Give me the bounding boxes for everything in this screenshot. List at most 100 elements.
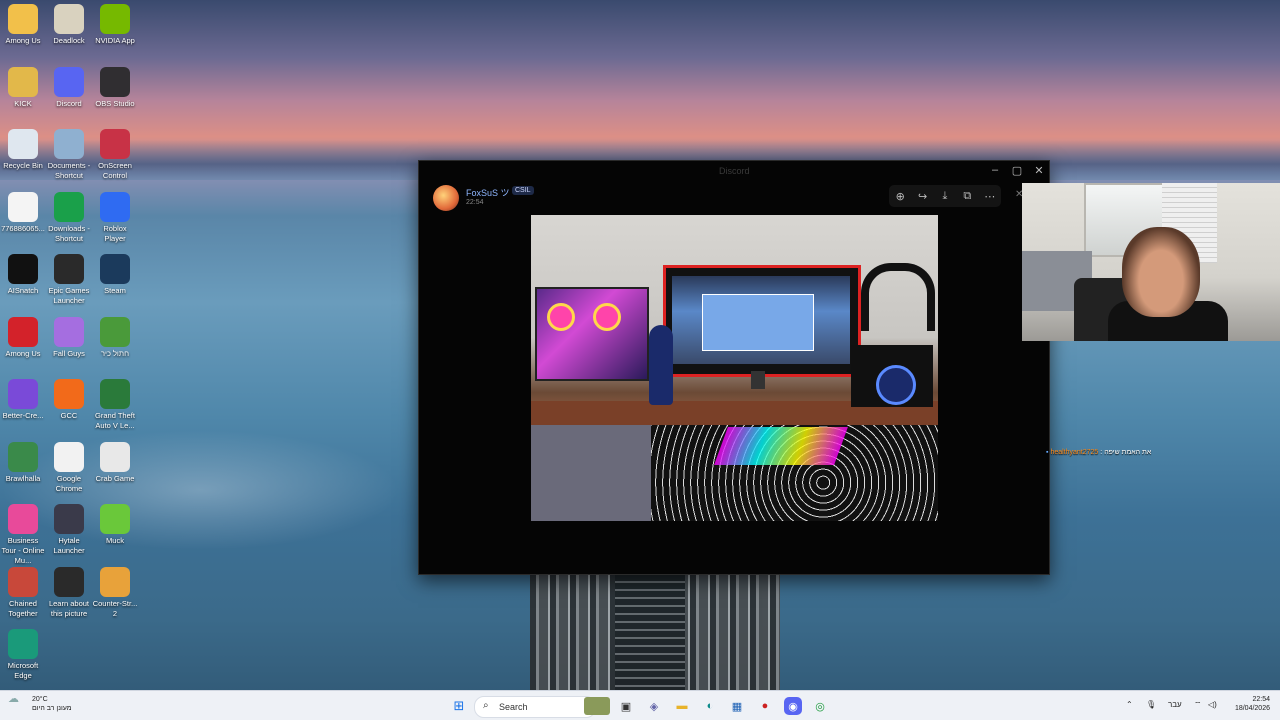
gaming-setup-photo[interactable]: [531, 215, 938, 521]
desktop-shortcut-label: OBS Studio: [95, 98, 135, 108]
minimize-button[interactable]: –: [987, 164, 1003, 176]
author-name[interactable]: FoxSuS ツ: [466, 186, 510, 199]
desktop-shortcut-label: Downloads - Shortcut: [48, 223, 90, 243]
hytale-icon: [54, 504, 84, 534]
webcam-overlay: [1022, 183, 1280, 341]
close-window-button[interactable]: ✕: [1031, 164, 1047, 177]
weather-text: מעונן רב היום: [32, 705, 72, 712]
desktop-shortcut-label: GCC: [60, 411, 78, 420]
desktop-shortcut[interactable]: Steam: [92, 254, 138, 296]
desktop-shortcut-label: Crab Game: [95, 473, 135, 483]
desktop-shortcut[interactable]: Microsoft Edge: [0, 629, 46, 681]
game-icon: [100, 316, 130, 347]
task-view-icon[interactable]: ▣: [617, 697, 635, 715]
show-hidden-icons[interactable]: ⌃: [1126, 700, 1133, 709]
kick-icon: [8, 66, 38, 97]
open-external-icon[interactable]: ⧉: [959, 190, 975, 203]
recycle-bin-icon: [8, 129, 38, 159]
desktop-shortcut[interactable]: NVIDIA App: [92, 4, 138, 46]
clock-time: 22:54: [1252, 696, 1270, 703]
wifi-icon[interactable]: ⌔: [1194, 700, 1202, 710]
discord-icon: [54, 66, 84, 97]
desktop-shortcut[interactable]: Recycle Bin: [0, 129, 46, 171]
media-toolbar: ⊕ ↪ ⤓ ⧉ ⋯: [889, 185, 1001, 207]
desktop-shortcut[interactable]: Among Us: [0, 316, 46, 359]
search-icon: ⌕: [483, 700, 489, 711]
discord-taskbar-icon[interactable]: ◉: [784, 697, 802, 715]
weather-widget[interactable]: ☁ 20°C מעונן רב היום: [8, 693, 72, 713]
store-icon[interactable]: ▦: [728, 697, 746, 715]
search-highlight-icon[interactable]: [584, 697, 610, 715]
desktop-shortcut[interactable]: OBS Studio: [92, 66, 138, 109]
desktop-shortcut[interactable]: Counter-Str... 2: [92, 566, 138, 619]
taskbar: ☁ 20°C מעונן רב היום ⊞ ⌕ Search ▣ ◈ ▬ ◐ …: [0, 690, 1280, 720]
desktop-shortcut-label: Google Chrome: [55, 473, 83, 493]
desktop-shortcut-label: Recycle Bin: [3, 161, 43, 170]
desktop-shortcut[interactable]: Roblox Player: [92, 191, 138, 244]
desktop-shortcut-label: Brawlhalla: [5, 473, 41, 483]
desktop-shortcut-label: Better-Cre...: [2, 411, 44, 420]
zoom-in-icon[interactable]: ⊕: [892, 190, 908, 203]
better-crewlink-icon: [8, 379, 38, 409]
gcc-icon: [54, 379, 84, 409]
desktop-shortcut[interactable]: Chained Together: [0, 566, 46, 619]
cs2-icon: [100, 566, 130, 597]
desktop-shortcut[interactable]: Brawlhalla: [0, 441, 46, 484]
desktop-shortcut[interactable]: 776886065...: [0, 191, 46, 234]
edge-icon: [8, 629, 38, 659]
photo-microphone: [649, 325, 673, 405]
clock[interactable]: 22:54 18/04/2026: [1226, 695, 1270, 713]
file-explorer-icon[interactable]: ▬: [673, 697, 691, 715]
volume-icon[interactable]: ◁): [1208, 700, 1217, 709]
folder-icon: [8, 4, 38, 34]
crab-game-icon: [100, 441, 130, 472]
search-box[interactable]: ⌕ Search: [474, 696, 596, 718]
among-us-icon: [8, 316, 38, 347]
desktop-shortcut[interactable]: Crab Game: [92, 441, 138, 484]
desktop-shortcut[interactable]: Hytale Launcher: [46, 504, 92, 556]
download-icon[interactable]: ⤓: [937, 190, 953, 203]
desktop-shortcut[interactable]: Discord: [46, 66, 92, 109]
more-icon[interactable]: ⋯: [982, 190, 998, 203]
desktop-shortcut[interactable]: OnScreen Control: [92, 129, 138, 181]
desktop-shortcut[interactable]: Fall Guys: [46, 316, 92, 359]
desktop-shortcut[interactable]: AISnatch: [0, 254, 46, 296]
desktop-shortcut[interactable]: Learn about this picture: [46, 566, 92, 619]
teams-icon[interactable]: ◈: [645, 697, 663, 715]
file-icon: [8, 191, 38, 222]
share-icon[interactable]: ↪: [915, 190, 931, 203]
desktop-shortcut-label: Discord: [56, 98, 82, 108]
desktop-shortcut[interactable]: Muck: [92, 504, 138, 546]
desktop-shortcut-label: OnScreen Control: [98, 161, 132, 180]
desktop-shortcut[interactable]: חתול כיר: [92, 316, 138, 359]
desktop-shortcut[interactable]: Grand Theft Auto V Le...: [92, 379, 138, 431]
start-windows-icon[interactable]: ⊞: [450, 697, 468, 715]
microphone-icon[interactable]: 🎙: [1146, 700, 1156, 709]
desktop-shortcut[interactable]: Epic Games Launcher: [46, 254, 92, 306]
language-indicator[interactable]: עבר: [1168, 700, 1182, 709]
stream-chat-message: ▪ healthyant2725 : את האמת שיפה: [1046, 449, 1151, 456]
desktop-shortcut[interactable]: GCC: [46, 379, 92, 421]
desktop-shortcut-label: Epic Games Launcher: [48, 286, 90, 305]
cloud-icon: ☁: [8, 693, 19, 705]
desktop-shortcut[interactable]: Better-Cre...: [0, 379, 46, 421]
photo-fan: [593, 303, 621, 331]
desktop-shortcut[interactable]: Business Tour - Online Mu...: [0, 504, 46, 566]
desktop-shortcut[interactable]: Google Chrome: [46, 441, 92, 494]
desktop-shortcut[interactable]: Among Us: [0, 4, 46, 46]
desktop-shortcut-label: Fall Guys: [53, 348, 85, 358]
chrome-taskbar-icon[interactable]: ◎: [811, 697, 829, 715]
desktop-shortcut[interactable]: KICK: [0, 66, 46, 109]
clock-date: 18/04/2026: [1234, 705, 1270, 712]
author-avatar[interactable]: [433, 185, 459, 211]
photo-headphones: [861, 263, 935, 331]
edge-taskbar-icon[interactable]: ◐: [701, 697, 719, 715]
obs-taskbar-icon[interactable]: ●: [756, 697, 774, 715]
desktop-shortcut[interactable]: Deadlock: [46, 4, 92, 46]
maximize-button[interactable]: ▢: [1009, 164, 1025, 177]
brawlhalla-icon: [8, 441, 38, 472]
desktop-shortcut-label: Among Us: [5, 36, 41, 45]
image-viewer-window: Discord – ▢ ✕ FoxSuS ツ CSIL 22:54 ⊕ ↪ ⤓ …: [418, 160, 1050, 575]
desktop-shortcut[interactable]: Documents - Shortcut: [46, 129, 92, 181]
desktop-shortcut[interactable]: Downloads - Shortcut: [46, 191, 92, 244]
